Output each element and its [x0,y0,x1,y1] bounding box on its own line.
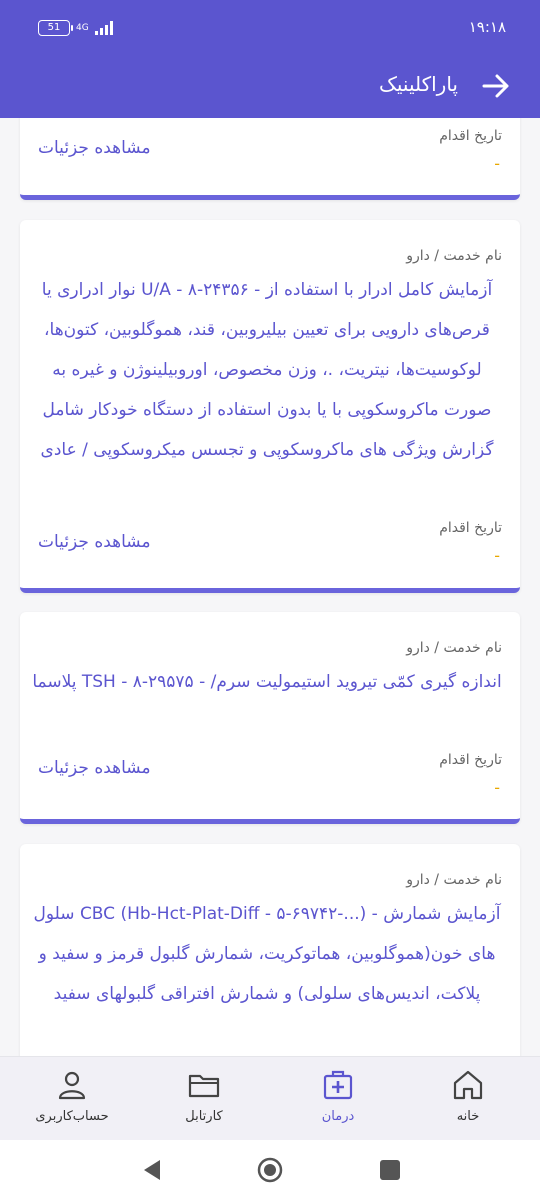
nav-item-treatment[interactable]: درمان [288,1067,388,1124]
status-icons: 51 4G [38,20,113,36]
service-card: تاریخ اقدام - مشاهده جزئیات [20,118,520,200]
view-details-link[interactable]: مشاهده جزئیات [38,532,151,552]
view-details-link[interactable]: مشاهده جزئیات [38,138,151,158]
nav-item-account[interactable]: حساب‌کاربری [22,1067,122,1124]
nav-label-account: حساب‌کاربری [35,1109,109,1124]
user-icon [58,1071,86,1100]
recents-square-icon[interactable] [376,1156,404,1184]
nav-item-home[interactable]: خانه [418,1067,518,1124]
date-value: - [494,778,500,797]
system-nav-bar [0,1140,540,1200]
back-triangle-icon[interactable] [138,1156,166,1184]
date-value: - [494,154,500,173]
service-card: نام خدمت / دارو اندازه گیری کمّی تیروید … [20,612,520,824]
service-label: نام خدمت / دارو [406,640,502,656]
nav-label-cartable: کارتابل [185,1109,223,1124]
date-label: تاریخ اقدام [439,128,502,144]
back-arrow-icon[interactable] [480,70,512,102]
battery-icon: 51 [38,20,73,36]
medical-kit-icon [323,1070,353,1100]
nav-label-home: خانه [456,1109,480,1124]
status-time: ۱۹:۱۸ [468,18,506,36]
date-label: تاریخ اقدام [439,520,502,536]
page-title: پاراکلینیک [378,72,458,96]
network-type: 4G [76,23,89,33]
signal-icon [94,21,113,35]
home-icon [453,1070,483,1100]
service-name: آزمایش شمارش - (...-CBC (Hb-Hct-Plat-Dif… [33,904,501,1004]
services-list[interactable]: تاریخ اقدام - مشاهده جزئیات نام خدمت / د… [0,118,540,1056]
service-card: نام خدمت / دارو آزمایش کامل ادرار با است… [20,220,520,593]
status-bar: 51 4G ۱۹:۱۸ [0,0,540,56]
view-details-link[interactable]: مشاهده جزئیات [38,758,151,778]
home-circle-icon[interactable] [256,1156,284,1184]
service-label: نام خدمت / دارو [406,872,502,888]
nav-label-treatment: درمان [321,1109,355,1124]
nav-item-cartable[interactable]: کارتابل [154,1067,254,1124]
service-name: آزمایش کامل ادرار با استفاده از - U/A - … [40,280,494,460]
service-label: نام خدمت / دارو [406,248,502,264]
service-card: نام خدمت / دارو آزمایش شمارش - (...-CBC … [20,844,520,1056]
service-name: اندازه گیری کمّی تیروید استیمولیت سرم/ -… [32,672,502,692]
date-label: تاریخ اقدام [439,752,502,768]
bottom-nav: خانه درمان کارتابل حساب‌کاربری [0,1056,540,1140]
app-bar: پاراکلینیک [0,56,540,118]
folder-icon [188,1074,220,1098]
date-value: - [494,546,500,565]
